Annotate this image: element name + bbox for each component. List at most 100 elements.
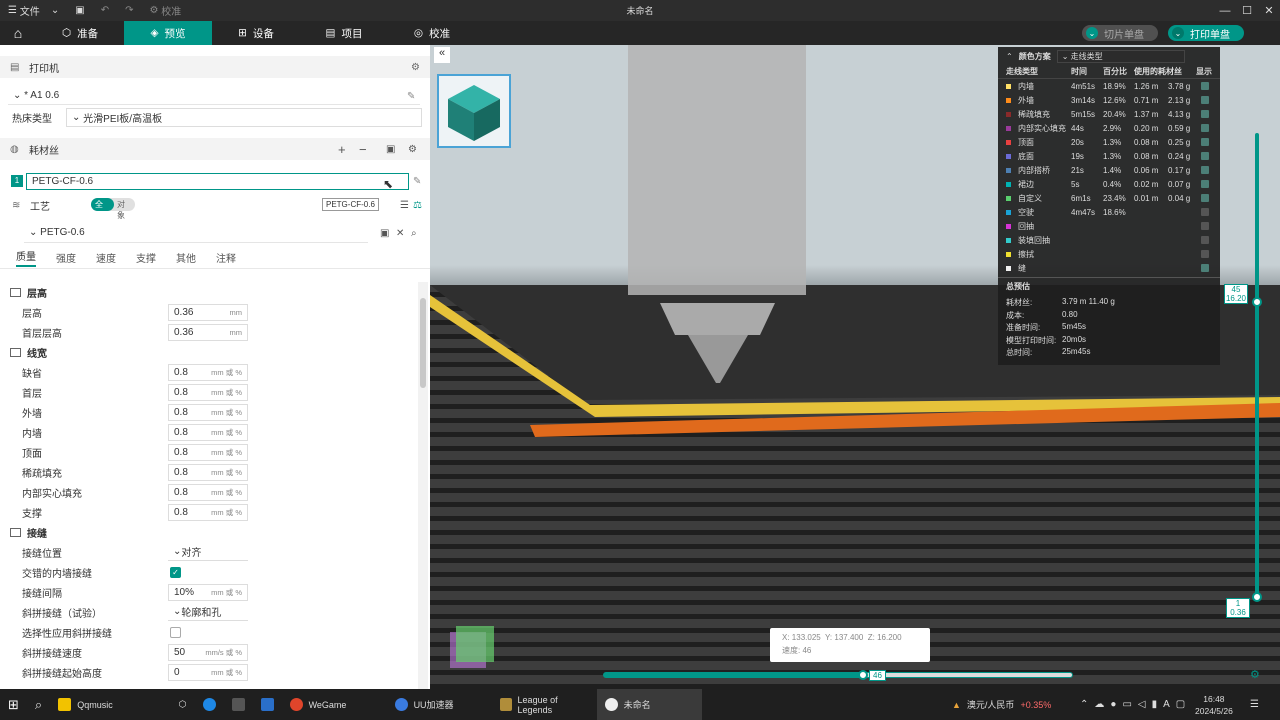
- taskbar-app-wegame[interactable]: WeGame: [282, 689, 387, 720]
- show-checkbox[interactable]: [1201, 250, 1209, 258]
- battery-icon[interactable]: ▮: [1152, 699, 1158, 710]
- show-checkbox[interactable]: [1201, 110, 1209, 118]
- tab-project[interactable]: ▤ 项目: [300, 21, 388, 45]
- save-icon[interactable]: ▣: [67, 0, 92, 21]
- clock[interactable]: 16:48 2024/5/26: [1195, 693, 1233, 717]
- gear-icon[interactable]: ⚙: [408, 144, 417, 155]
- show-checkbox[interactable]: [1201, 264, 1209, 272]
- param-input[interactable]: 0.8 mm 或 %: [168, 503, 248, 521]
- param-input[interactable]: 0.8 mm 或 %: [168, 403, 248, 421]
- stock-widget[interactable]: ▲ 澳元/人民币 +0.35%: [952, 698, 1051, 711]
- taskbar-app-lol[interactable]: League of Legends: [492, 689, 597, 720]
- tab-calibration[interactable]: ◎ 校准: [388, 21, 476, 45]
- layer-slider[interactable]: [1255, 133, 1259, 598]
- printer-select[interactable]: ⌄ * A1 0.6: [8, 87, 420, 105]
- show-checkbox[interactable]: [1201, 236, 1209, 244]
- scarf-start-input[interactable]: 0 mm 或 %: [168, 663, 248, 681]
- volume-icon[interactable]: ◁: [1138, 699, 1146, 710]
- slice-plate-button[interactable]: ⌄ 切片单盘: [1082, 25, 1158, 41]
- store-icon[interactable]: [224, 689, 253, 720]
- undo-icon[interactable]: ↶: [93, 0, 117, 21]
- mail-icon[interactable]: [253, 689, 282, 720]
- show-checkbox[interactable]: [1201, 208, 1209, 216]
- ime-icon[interactable]: A: [1163, 699, 1170, 710]
- bottom-slider-handle[interactable]: [1252, 592, 1262, 602]
- param-input[interactable]: 0.8 mm 或 %: [168, 443, 248, 461]
- edit-icon[interactable]: ✎: [413, 176, 421, 187]
- show-checkbox[interactable]: [1201, 194, 1209, 202]
- tab-strength[interactable]: 强度: [56, 250, 76, 265]
- param-input[interactable]: 0.8 mm 或 %: [168, 383, 248, 401]
- tab-notes[interactable]: 注释: [216, 250, 236, 265]
- tab-other[interactable]: 其他: [176, 250, 196, 265]
- tab-prepare[interactable]: ⬡ 准备: [36, 21, 124, 45]
- show-checkbox[interactable]: [1201, 124, 1209, 132]
- param-input[interactable]: 0.8 mm 或 %: [168, 423, 248, 441]
- search-icon[interactable]: ⌕: [27, 689, 50, 720]
- close-icon[interactable]: ✕: [1258, 0, 1280, 21]
- move-slider-handle[interactable]: [858, 670, 868, 680]
- search-icon[interactable]: ⌕: [411, 228, 417, 239]
- 3d-viewer-icon[interactable]: ⬡: [171, 689, 195, 720]
- edge-icon[interactable]: [195, 689, 224, 720]
- show-checkbox[interactable]: [1201, 166, 1209, 174]
- tab-quality[interactable]: 质量: [16, 248, 36, 267]
- tab-device[interactable]: ⊞ 设备: [212, 21, 300, 45]
- chevron-down-icon[interactable]: ⌄: [1086, 27, 1098, 39]
- gear-icon[interactable]: ⚙: [411, 62, 420, 73]
- tab-speed[interactable]: 速度: [96, 250, 116, 265]
- process-preset-select[interactable]: ⌄ PETG-0.6: [24, 223, 368, 243]
- scrollbar-thumb[interactable]: [420, 298, 426, 388]
- taskbar-app-uu[interactable]: UU加速器: [387, 689, 492, 720]
- toggle-object[interactable]: 对象: [114, 198, 135, 220]
- seam-position-select[interactable]: ⌄ 对齐: [168, 544, 248, 561]
- scarf-speed-input[interactable]: 50 mm/s 或 %: [168, 643, 248, 661]
- param-input[interactable]: 0.8 mm 或 %: [168, 363, 248, 381]
- collapse-icon[interactable]: ⌃: [1006, 52, 1013, 61]
- tab-support[interactable]: 支撑: [136, 250, 156, 265]
- compare-icon[interactable]: ⚖: [413, 200, 422, 211]
- show-checkbox[interactable]: [1201, 82, 1209, 90]
- save-icon[interactable]: ▣: [380, 228, 389, 239]
- cloud-icon[interactable]: ☁: [1094, 699, 1104, 710]
- print-plate-button[interactable]: ⌄ 打印单盘: [1168, 25, 1244, 41]
- taskbar-app-bambu[interactable]: 未命名: [596, 689, 702, 720]
- scarf-selective-checkbox[interactable]: [170, 626, 181, 638]
- color-scheme-select[interactable]: ⌄ 走线类型: [1056, 49, 1185, 63]
- toggle-global[interactable]: 全局: [91, 198, 114, 220]
- plate-thumbnail[interactable]: [437, 74, 511, 148]
- staggered-seam-checkbox[interactable]: ✓: [170, 566, 181, 578]
- seam-gap-input[interactable]: 10% mm 或 %: [168, 583, 248, 601]
- edit-icon[interactable]: ✎: [407, 91, 415, 102]
- param-input[interactable]: 0.8 mm 或 %: [168, 483, 248, 501]
- taskbar-app-qqmusic[interactable]: Qqmusic: [50, 689, 121, 720]
- view-orientation-cube-icon[interactable]: [448, 622, 502, 672]
- top-slider-handle[interactable]: [1252, 297, 1262, 307]
- redo-icon[interactable]: ↷: [117, 0, 141, 21]
- tab-preview[interactable]: ◈ 预览: [124, 21, 212, 45]
- collapse-sidebar-icon[interactable]: «: [434, 47, 450, 63]
- add-icon[interactable]: +: [338, 142, 346, 157]
- maximize-icon[interactable]: ☐: [1236, 0, 1258, 21]
- move-slider[interactable]: [603, 672, 1073, 678]
- file-menu[interactable]: ☰ 文件 ⌄: [0, 0, 67, 21]
- show-checkbox[interactable]: [1201, 222, 1209, 230]
- minimize-icon[interactable]: —: [1214, 0, 1236, 21]
- show-checkbox[interactable]: [1201, 180, 1209, 188]
- notify-icon[interactable]: ▢: [1176, 699, 1185, 710]
- view-settings-icon[interactable]: ⚙: [1250, 668, 1260, 681]
- scarf-seam-select[interactable]: ⌄ 轮廓和孔: [168, 604, 248, 621]
- show-checkbox[interactable]: [1201, 138, 1209, 146]
- tray-chevron-icon[interactable]: ⌃: [1080, 699, 1088, 710]
- close-icon[interactable]: ✕: [396, 228, 404, 239]
- param-input[interactable]: 0.36 mm: [168, 323, 248, 341]
- param-input[interactable]: 0.36 mm: [168, 303, 248, 321]
- filament-select[interactable]: PETG-CF-0.6: [26, 172, 409, 190]
- show-checkbox[interactable]: [1201, 152, 1209, 160]
- chevron-down-icon[interactable]: ⌄: [1172, 27, 1184, 39]
- notification-icon[interactable]: ☰: [1250, 699, 1259, 710]
- bed-type-select[interactable]: ⌄ 光滑PEI板/高温板: [66, 107, 422, 127]
- calibration-menu[interactable]: ⚙ 校准: [141, 0, 189, 21]
- network-icon[interactable]: ▭: [1122, 699, 1131, 710]
- params-scrollbar[interactable]: [418, 282, 428, 689]
